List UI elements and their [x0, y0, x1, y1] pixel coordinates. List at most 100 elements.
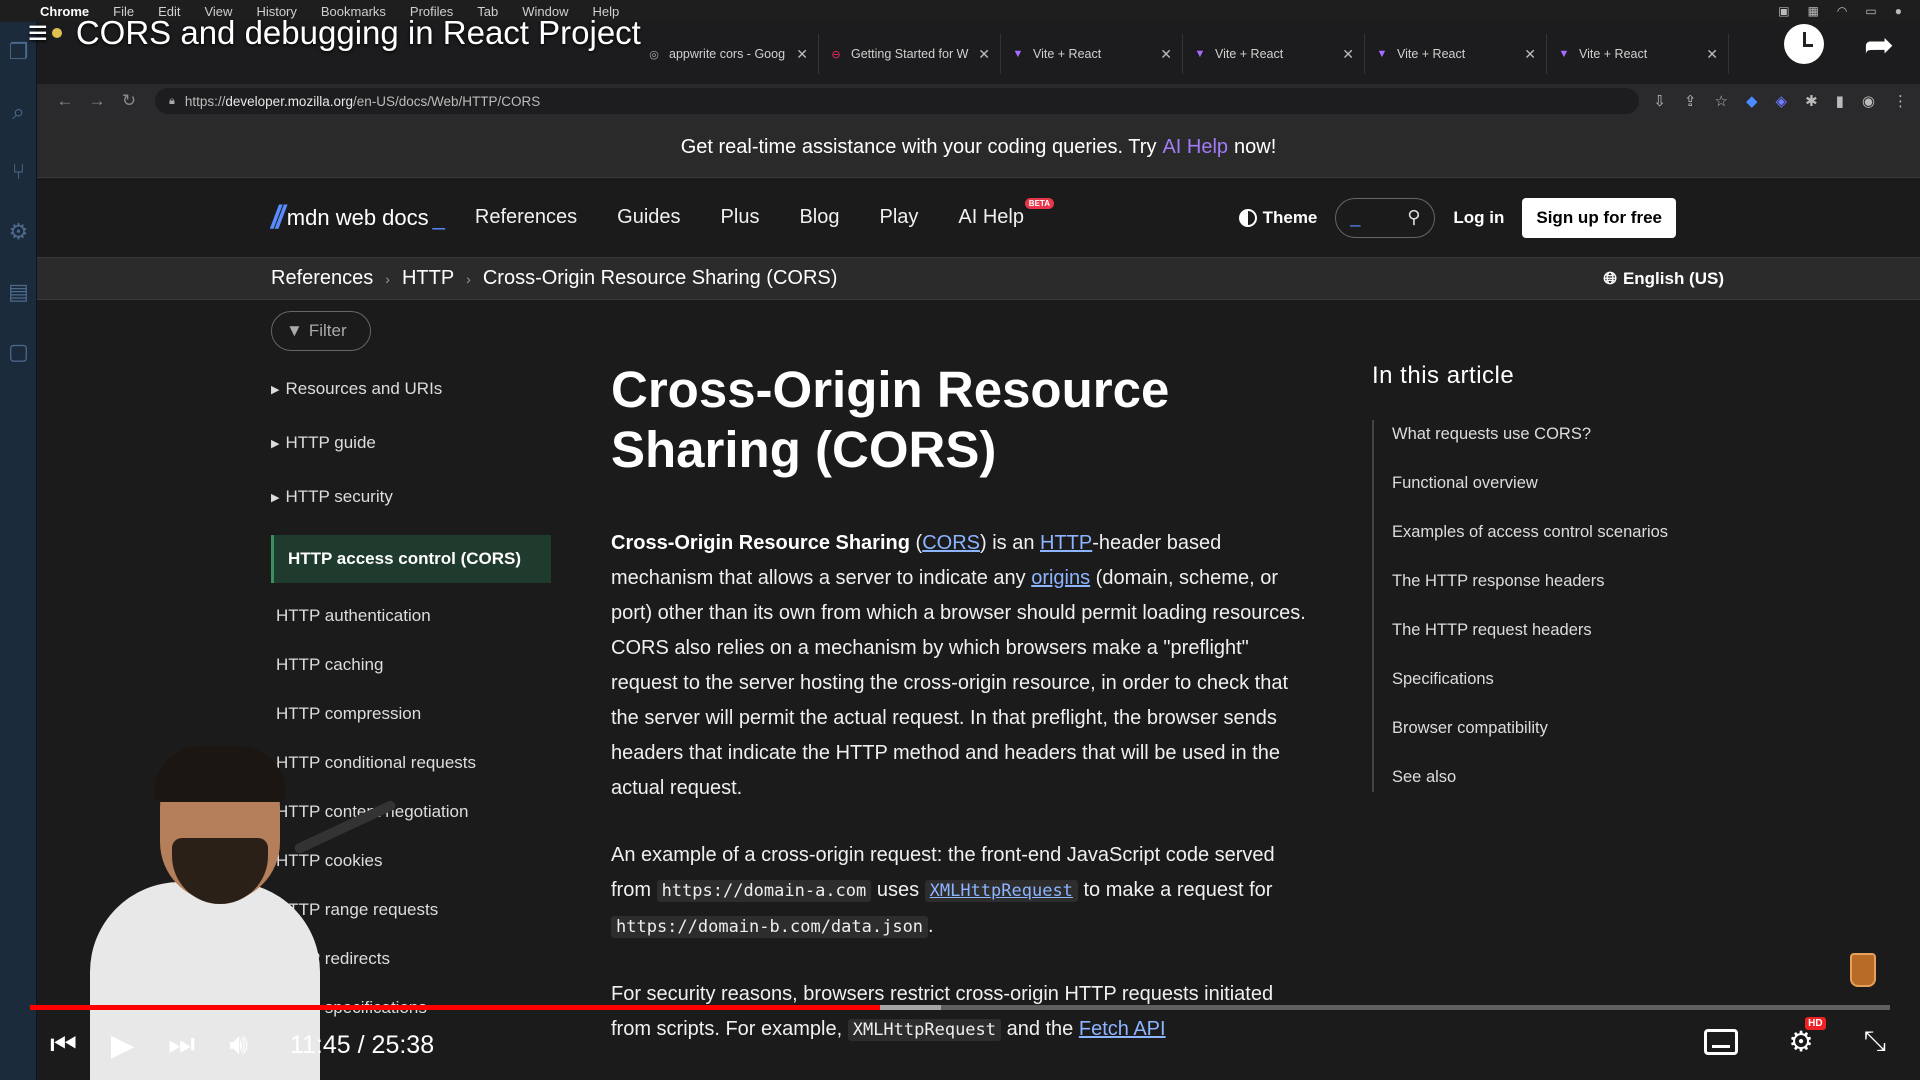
reload-icon[interactable]: ↻ — [113, 91, 145, 111]
next-icon[interactable]: ⏭ — [168, 1028, 195, 1062]
toc-item[interactable]: See also — [1392, 763, 1672, 792]
address-bar[interactable]: 🔒︎ https://developer.mozilla.org/en-US/d… — [155, 88, 1640, 114]
breadcrumb-http[interactable]: HTTP — [402, 267, 454, 290]
watch-later-icon[interactable] — [1783, 24, 1824, 64]
sidebar-group-security[interactable]: ▶ HTTP security — [271, 481, 571, 513]
extension-icon[interactable]: ◆ — [1746, 92, 1758, 110]
video-progress-bar[interactable] — [30, 1005, 1890, 1010]
triangle-right-icon: ▶ — [271, 437, 280, 450]
toc-item[interactable]: Functional overview — [1392, 469, 1672, 498]
browser-tab[interactable]: ▼ Vite + React ✕ — [1183, 34, 1365, 74]
debug-icon[interactable]: ⚙ — [0, 202, 37, 262]
signup-button[interactable]: Sign up for free — [1522, 197, 1676, 238]
share-icon[interactable]: ⇪ — [1684, 92, 1697, 110]
previous-icon[interactable]: ⏮ — [50, 1028, 77, 1062]
close-icon[interactable]: ✕ — [1524, 46, 1536, 63]
logo-cursor-icon: _ — [432, 204, 445, 230]
tab-title: Vite + React — [1579, 47, 1648, 61]
breadcrumb-references[interactable]: References — [271, 267, 373, 290]
toc-item[interactable]: What requests use CORS? — [1392, 420, 1672, 449]
status-dot — [51, 28, 62, 38]
fetch-api-link[interactable]: Fetch API — [1079, 1018, 1166, 1040]
sidebar-group-label: HTTP guide — [285, 433, 376, 452]
filter-button[interactable]: ▼ Filter — [271, 311, 371, 351]
wifi-icon[interactable]: ◠ — [1837, 4, 1847, 18]
forward-icon[interactable]: → — [81, 91, 113, 111]
toc-item[interactable]: Examples of access control scenarios — [1392, 518, 1672, 547]
search-icon[interactable]: ⚲ — [1407, 207, 1420, 228]
nav-guides[interactable]: Guides — [617, 206, 680, 229]
close-icon[interactable]: ✕ — [978, 46, 990, 63]
video-title[interactable]: CORS and debugging in React Project — [76, 14, 641, 52]
vite-icon: ▼ — [1376, 48, 1388, 60]
code-xhr[interactable]: XMLHttpRequest — [924, 880, 1078, 902]
browser-tab[interactable]: ▼ Vite + React ✕ — [1001, 34, 1183, 74]
language-selector[interactable]: 🌐︎ English (US) — [1603, 269, 1920, 289]
breadcrumb-current[interactable]: Cross-Origin Resource Sharing (CORS) — [483, 267, 838, 290]
settings-icon[interactable]: ⚙ HD — [1788, 1017, 1826, 1058]
sidepanel-icon[interactable]: ▮ — [1836, 92, 1844, 110]
back-icon[interactable]: ← — [49, 91, 81, 111]
sidebar-item[interactable]: HTTP authentication — [271, 591, 571, 640]
more-menu-icon[interactable]: ⋮ — [1893, 92, 1908, 110]
theme-button[interactable]: Theme — [1238, 208, 1317, 228]
ai-help-banner: Get real-time assistance with your codin… — [37, 118, 1920, 178]
avatar[interactable]: ◉ — [1862, 92, 1875, 110]
user-icon[interactable]: ● — [1895, 4, 1902, 18]
played-bar — [30, 1005, 881, 1010]
nav-play[interactable]: Play — [879, 206, 918, 229]
sidebar-item-cors[interactable]: HTTP access control (CORS) — [271, 535, 551, 583]
nav-references[interactable]: References — [475, 206, 577, 229]
login-button[interactable]: Log in — [1453, 208, 1504, 228]
close-icon[interactable]: ✕ — [1342, 46, 1354, 63]
window-icon[interactable]: ▣ — [1778, 4, 1789, 18]
close-icon[interactable]: ✕ — [1706, 46, 1718, 63]
source-control-icon[interactable]: ⑂ — [0, 142, 37, 202]
nav-ai-help[interactable]: AI Help BETA — [958, 198, 1054, 229]
exit-fullscreen-icon[interactable]: ⤡ — [1864, 1025, 1886, 1058]
volume-icon[interactable]: 🔊︎ — [229, 1028, 248, 1062]
play-icon[interactable]: ▶ — [111, 1028, 134, 1063]
search-cursor-icon: _ — [1350, 207, 1361, 227]
remote-icon[interactable]: ▢ — [0, 322, 37, 382]
filter-icon: ▼ — [286, 321, 303, 340]
install-icon[interactable]: ⇩ — [1653, 92, 1666, 110]
http-link[interactable]: HTTP — [1040, 532, 1092, 554]
search-input[interactable]: _ ⚲ — [1335, 197, 1436, 238]
close-icon[interactable]: ✕ — [1160, 46, 1172, 63]
nav-blog[interactable]: Blog — [799, 206, 839, 229]
sidebar-group-label: Resources and URIs — [285, 379, 443, 398]
subtitles-icon[interactable] — [1704, 1028, 1739, 1055]
close-icon[interactable]: ✕ — [796, 46, 808, 63]
nav-plus[interactable]: Plus — [721, 206, 760, 229]
browser-tab[interactable]: ⊖ Getting Started for W ✕ — [819, 34, 1001, 74]
sidebar-group-resources[interactable]: ▶ Resources and URIs — [271, 373, 571, 405]
browser-tab[interactable]: ◎ appwrite cors - Goog ✕ — [637, 34, 819, 74]
playlist-icon[interactable]: ≡ — [28, 16, 48, 50]
ai-help-link[interactable]: AI Help — [1162, 136, 1228, 159]
tab-title: Vite + React — [1397, 47, 1466, 61]
cors-link[interactable]: CORS — [922, 532, 980, 554]
puzzle-icon[interactable]: ✱ — [1805, 92, 1818, 110]
extension-icon[interactable]: ◈ — [1776, 92, 1788, 110]
lock-icon[interactable]: 🔒︎ — [169, 95, 175, 108]
toc-item[interactable]: The HTTP response headers — [1392, 567, 1672, 596]
mdn-logo[interactable]: // mdn web docs _ — [271, 199, 445, 236]
extensions-icon[interactable]: ▤ — [0, 262, 37, 322]
origins-link[interactable]: origins — [1031, 567, 1090, 589]
sidebar-item[interactable]: HTTP caching — [271, 640, 571, 689]
browser-tab[interactable]: ▼ Vite + React ✕ — [1365, 34, 1547, 74]
battery-icon[interactable]: ▭ — [1865, 4, 1876, 18]
cup-icon[interactable] — [1850, 953, 1876, 987]
share-arrow-icon[interactable]: ➦ — [1864, 24, 1894, 66]
toc-item[interactable]: Specifications — [1392, 665, 1672, 694]
toc-item[interactable]: Browser compatibility — [1392, 714, 1672, 743]
sidebar-item[interactable]: HTTP compression — [271, 689, 571, 738]
toc-item[interactable]: The HTTP request headers — [1392, 616, 1672, 645]
xhr-link[interactable]: XMLHttpRequest — [930, 881, 1073, 901]
grid-icon[interactable]: ▦ — [1808, 4, 1819, 18]
browser-tab[interactable]: ▼ Vite + React ✕ — [1547, 34, 1729, 74]
search-icon[interactable]: ⌕ — [0, 82, 37, 142]
bookmark-star-icon[interactable]: ☆ — [1715, 92, 1728, 110]
sidebar-group-guide[interactable]: ▶ HTTP guide — [271, 427, 571, 459]
